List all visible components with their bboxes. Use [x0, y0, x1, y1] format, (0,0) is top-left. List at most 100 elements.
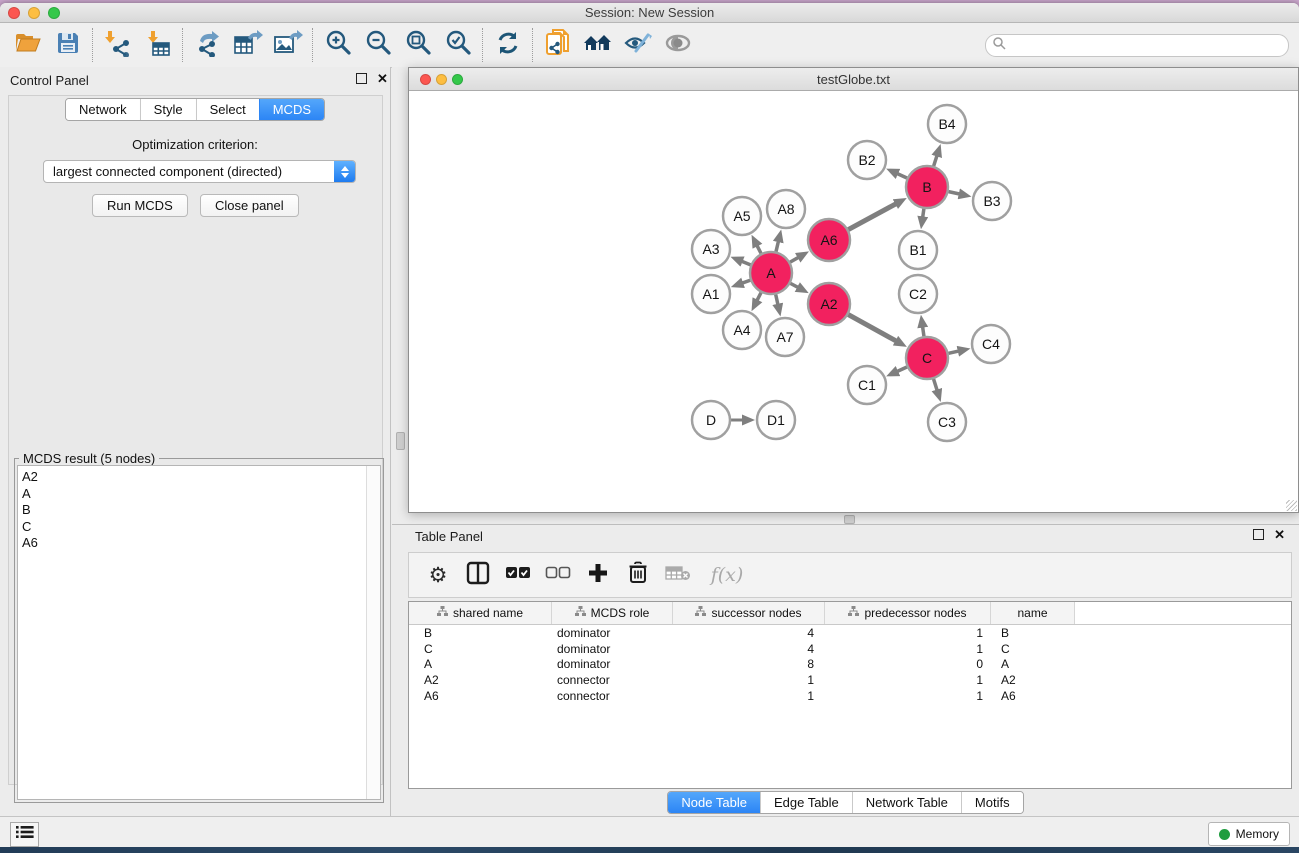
show-columns-button[interactable]: [465, 560, 491, 590]
edge-B-B2[interactable]: [896, 173, 907, 178]
table-row[interactable]: Bdominator41B: [409, 625, 1291, 641]
edge-A-A8[interactable]: [776, 240, 779, 251]
node-A1[interactable]: A1: [692, 275, 730, 313]
result-list-item[interactable]: A2: [18, 469, 366, 486]
apply-layout-button[interactable]: [488, 26, 528, 64]
tab-mcds[interactable]: MCDS: [259, 99, 324, 120]
show-all-button[interactable]: [658, 26, 698, 64]
hide-selected-button[interactable]: [618, 26, 658, 64]
node-C[interactable]: C: [906, 337, 948, 379]
open-file-button[interactable]: [8, 26, 48, 64]
edge-A-A7[interactable]: [776, 294, 778, 305]
tab-select[interactable]: Select: [196, 99, 259, 120]
save-session-button[interactable]: [48, 26, 88, 64]
tab-motifs[interactable]: Motifs: [961, 792, 1023, 813]
edge-A2-C[interactable]: [848, 315, 897, 342]
table-row[interactable]: A2connector11A2: [409, 672, 1291, 688]
column-header-successor-nodes[interactable]: successor nodes: [673, 602, 825, 624]
column-header-predecessor-nodes[interactable]: predecessor nodes: [825, 602, 991, 624]
result-list-item[interactable]: A6: [18, 535, 366, 552]
node-A3[interactable]: A3: [692, 230, 730, 268]
unselect-all-rows-button[interactable]: [545, 560, 571, 590]
node-C1[interactable]: C1: [848, 366, 886, 404]
window-titlebar[interactable]: Session: New Session: [0, 3, 1299, 23]
export-network-button[interactable]: [188, 26, 228, 64]
zoom-out-button[interactable]: [358, 26, 398, 64]
resize-grip[interactable]: [1286, 500, 1297, 511]
node-D[interactable]: D: [692, 401, 730, 439]
node-B[interactable]: B: [906, 166, 948, 208]
network-view-window[interactable]: testGlobe.txt A5A8A3A1A4A7AA6A2B2B4BB3B1…: [408, 67, 1299, 513]
add-row-button[interactable]: [585, 560, 611, 590]
node-A8[interactable]: A8: [767, 190, 805, 228]
edge-A-A3[interactable]: [741, 261, 751, 265]
node-C2[interactable]: C2: [899, 275, 937, 313]
table-row[interactable]: Adominator80A: [409, 657, 1291, 673]
result-list-item[interactable]: B: [18, 502, 366, 519]
table-row[interactable]: Cdominator41C: [409, 641, 1291, 657]
criterion-dropdown[interactable]: largest connected component (directed): [43, 160, 356, 183]
tab-node-table[interactable]: Node Table: [668, 792, 760, 813]
tab-network[interactable]: Network: [66, 99, 140, 120]
network-window-titlebar[interactable]: testGlobe.txt: [409, 68, 1298, 91]
network-graph[interactable]: A5A8A3A1A4A7AA6A2B2B4BB3B1C2CC4C1C3DD1: [409, 91, 1298, 512]
export-table-button[interactable]: [228, 26, 268, 64]
import-table-button[interactable]: [138, 26, 178, 64]
close-table-panel-icon[interactable]: ✕: [1274, 529, 1285, 540]
zoom-in-button[interactable]: [318, 26, 358, 64]
node-B3[interactable]: B3: [973, 182, 1011, 220]
search-field[interactable]: [985, 34, 1289, 57]
float-table-panel-icon[interactable]: [1253, 529, 1264, 540]
node-A4[interactable]: A4: [723, 311, 761, 349]
node-B1[interactable]: B1: [899, 231, 937, 269]
float-panel-icon[interactable]: [356, 73, 367, 84]
edge-B-B4[interactable]: [934, 154, 938, 166]
edge-A-A6[interactable]: [790, 257, 799, 262]
column-header-name[interactable]: name: [991, 602, 1075, 624]
delete-table-button[interactable]: [665, 560, 691, 590]
result-list-scrollbar[interactable]: [366, 466, 380, 799]
mcds-result-list[interactable]: A2ABCA6: [17, 465, 381, 800]
table-settings-button[interactable]: ⚙: [425, 560, 451, 590]
node-A[interactable]: A: [750, 252, 792, 294]
tab-network-table[interactable]: Network Table: [852, 792, 961, 813]
node-C3[interactable]: C3: [928, 403, 966, 441]
edge-A-A4[interactable]: [757, 293, 762, 302]
select-all-rows-button[interactable]: [505, 560, 531, 590]
close-panel-icon[interactable]: ✕: [377, 73, 388, 84]
memory-button[interactable]: Memory: [1208, 822, 1290, 846]
search-input[interactable]: [1006, 37, 1288, 53]
node-C4[interactable]: C4: [972, 325, 1010, 363]
node-A7[interactable]: A7: [766, 318, 804, 356]
desktop-horizontal-scrollbar[interactable]: [392, 514, 1299, 524]
edge-A6-B[interactable]: [848, 203, 897, 229]
edge-B-B1[interactable]: [923, 209, 924, 219]
edge-B-B3[interactable]: [949, 192, 961, 195]
node-A6[interactable]: A6: [808, 219, 850, 261]
tab-style[interactable]: Style: [140, 99, 196, 120]
result-list-item[interactable]: C: [18, 519, 366, 536]
function-builder-button[interactable]: f(x): [705, 560, 749, 590]
edge-C-C4[interactable]: [948, 351, 959, 353]
edge-A-A1[interactable]: [741, 280, 750, 283]
edge-C-C3[interactable]: [934, 379, 938, 391]
node-B4[interactable]: B4: [928, 105, 966, 143]
export-image-button[interactable]: [268, 26, 308, 64]
column-header-MCDS-role[interactable]: MCDS role: [552, 602, 673, 624]
edge-A-A5[interactable]: [757, 245, 762, 254]
zoom-fit-button[interactable]: [398, 26, 438, 64]
tab-edge-table[interactable]: Edge Table: [760, 792, 852, 813]
node-B2[interactable]: B2: [848, 141, 886, 179]
show-task-history-button[interactable]: [10, 822, 39, 847]
new-network-from-selection-button[interactable]: [538, 26, 578, 64]
desktop-vertical-scrollbar[interactable]: [396, 67, 404, 513]
column-header-shared-name[interactable]: shared name: [409, 602, 552, 624]
first-neighbors-button[interactable]: [578, 26, 618, 64]
network-canvas[interactable]: A5A8A3A1A4A7AA6A2B2B4BB3B1C2CC4C1C3DD1: [409, 91, 1298, 512]
result-list-item[interactable]: A: [18, 486, 366, 503]
node-A5[interactable]: A5: [723, 197, 761, 235]
edge-C-C1[interactable]: [896, 367, 907, 372]
edge-A-A2[interactable]: [790, 283, 799, 288]
zoom-selected-button[interactable]: [438, 26, 478, 64]
run-mcds-button[interactable]: Run MCDS: [92, 194, 188, 217]
